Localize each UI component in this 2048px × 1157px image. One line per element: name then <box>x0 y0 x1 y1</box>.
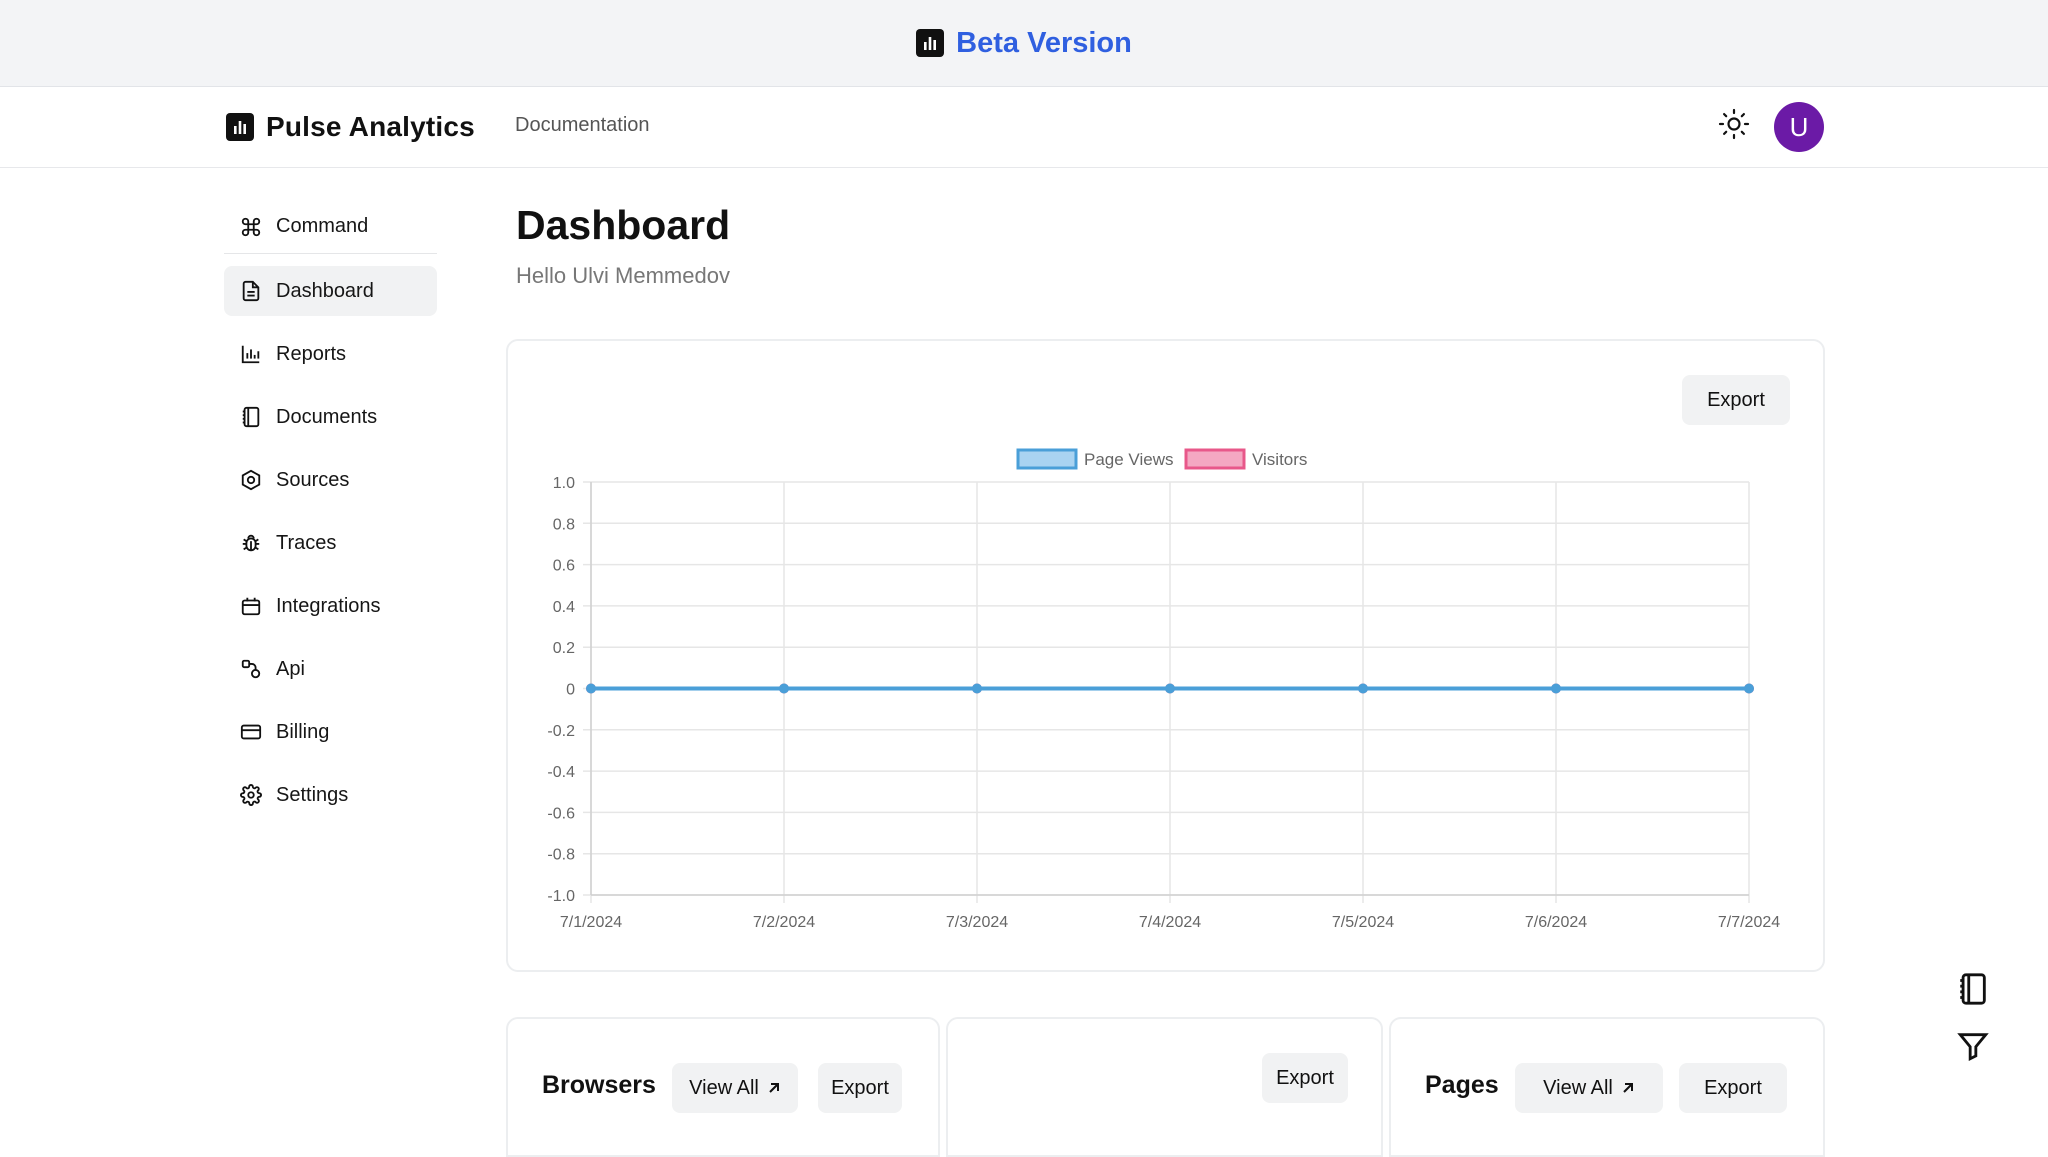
sidebar-item-label: Integrations <box>276 594 381 617</box>
sidebar-item-api[interactable]: Api <box>224 644 437 694</box>
brand-name: Pulse Analytics <box>266 111 475 142</box>
sidebar-item-billing[interactable]: Billing <box>224 707 437 757</box>
sidebar-item-command[interactable]: Command <box>224 200 437 254</box>
arrow-up-right-icon <box>769 1083 779 1093</box>
sidebar: Command Dashboard Reports Documents Sour… <box>224 200 437 833</box>
sidebar-item-label: Dashboard <box>276 279 374 302</box>
chart-card: Export <box>506 339 1825 972</box>
documentation-link[interactable]: Documentation <box>515 114 650 137</box>
pages-view-all-button[interactable]: View All <box>1515 1063 1663 1113</box>
sidebar-item-label: Sources <box>276 468 350 491</box>
browsers-view-all-button[interactable]: View All <box>672 1063 798 1113</box>
user-avatar[interactable]: U <box>1774 102 1824 152</box>
credit-card-icon <box>240 724 262 740</box>
browsers-export-button[interactable]: Export <box>818 1063 902 1113</box>
filter-icon[interactable] <box>1956 1029 1990 1063</box>
sidebar-item-sources[interactable]: Sources <box>224 455 437 505</box>
page-title: Dashboard <box>516 202 731 248</box>
bar-chart-icon <box>916 29 945 57</box>
summary-export-button[interactable]: Export <box>1262 1053 1348 1103</box>
sidebar-item-reports[interactable]: Reports <box>224 329 437 379</box>
api-icon <box>241 659 261 679</box>
bar-chart-icon <box>241 345 260 364</box>
pages-export-button[interactable]: Export <box>1679 1063 1787 1113</box>
browsers-title: Browsers <box>542 1071 656 1099</box>
sidebar-item-dashboard[interactable]: Dashboard <box>224 266 437 316</box>
sidebar-item-label: Documents <box>276 405 378 428</box>
sidebar-item-documents[interactable]: Documents <box>224 392 437 442</box>
beta-label: Beta Version <box>956 26 1132 59</box>
sidebar-item-label: Settings <box>276 783 349 806</box>
notebook-icon <box>242 406 260 428</box>
sidebar-item-label: Billing <box>276 720 330 743</box>
view-all-label: View All <box>1543 1076 1613 1099</box>
sidebar-item-label: Traces <box>276 531 337 554</box>
bar-chart-icon <box>226 113 254 141</box>
brand-logo-link[interactable]: Pulse Analytics <box>226 111 475 143</box>
file-text-icon <box>242 280 260 302</box>
sidebar-item-integrations[interactable]: Integrations <box>224 581 437 631</box>
bug-icon <box>242 534 260 552</box>
arrow-up-right-icon <box>1623 1083 1633 1093</box>
top-navigation: Pulse Analytics Documentation U <box>0 87 2048 168</box>
browsers-card: Browsers View All Export <box>506 1017 940 1157</box>
sidebar-item-label: Command <box>276 215 369 237</box>
greeting-text: Hello Ulvi Memmedov <box>516 263 730 288</box>
gear-icon <box>240 784 262 806</box>
export-button[interactable]: Export <box>1682 375 1790 425</box>
pages-title: Pages <box>1425 1071 1499 1099</box>
hexagon-icon <box>241 469 261 491</box>
sidebar-item-settings[interactable]: Settings <box>224 770 437 820</box>
notebook-icon[interactable] <box>1956 972 1990 1006</box>
sun-icon[interactable] <box>1718 108 1750 140</box>
sidebar-item-label: Reports <box>276 342 347 365</box>
calendar-icon <box>241 597 261 616</box>
summary-card: Export <box>946 1017 1383 1157</box>
sidebar-item-label: Api <box>276 657 305 680</box>
beta-banner: Beta Version <box>0 0 2048 87</box>
pages-card: Pages View All Export <box>1389 1017 1825 1157</box>
command-icon <box>241 217 261 236</box>
view-all-label: View All <box>689 1076 759 1099</box>
sidebar-item-traces[interactable]: Traces <box>224 518 437 568</box>
